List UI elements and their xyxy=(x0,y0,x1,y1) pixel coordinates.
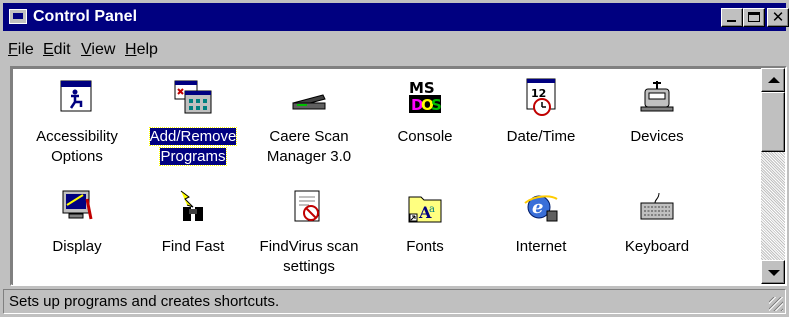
svg-text:12: 12 xyxy=(531,87,546,100)
menu-file[interactable]: File xyxy=(8,40,34,60)
scroll-up-button[interactable] xyxy=(761,68,785,92)
status-text: Sets up programs and creates shortcuts. xyxy=(9,293,280,310)
svg-text:a: a xyxy=(429,204,435,215)
internet-explorer-icon: e xyxy=(524,195,558,222)
item-label-line1: Accessibility xyxy=(36,128,118,145)
item-console[interactable]: MS D O S Console xyxy=(365,69,485,175)
svg-text:S: S xyxy=(431,96,442,114)
item-keyboard[interactable]: Keyboard xyxy=(597,179,717,285)
item-accessibility-options[interactable]: Accessibility Options xyxy=(17,69,137,175)
item-add-remove-programs[interactable]: Add/Remove Programs xyxy=(133,69,253,175)
item-label-line1: Date/Time xyxy=(506,128,576,145)
close-button[interactable]: ✕ xyxy=(767,8,789,27)
item-find-fast[interactable]: Find Fast xyxy=(133,179,253,285)
item-display[interactable]: Display xyxy=(17,179,137,285)
title-bar[interactable]: Control Panel ✕ xyxy=(3,3,789,31)
item-devices[interactable]: Devices xyxy=(597,69,717,175)
svg-text:e: e xyxy=(532,197,543,218)
close-icon: ✕ xyxy=(771,8,785,26)
menu-bar: File Edit View Help xyxy=(3,34,786,64)
vertical-scrollbar[interactable] xyxy=(761,68,785,284)
msdos-console-icon: MS D O S xyxy=(409,79,442,114)
findvirus-icon xyxy=(294,190,320,222)
item-label-line1: Display xyxy=(52,238,102,255)
fonts-folder-icon: A a xyxy=(408,196,442,223)
resize-grip-icon[interactable] xyxy=(769,297,783,311)
item-label-line1: Internet xyxy=(515,238,567,255)
minimize-button[interactable] xyxy=(721,8,743,27)
menu-edit[interactable]: Edit xyxy=(43,40,71,60)
devices-icon xyxy=(640,81,674,112)
window-title: Control Panel xyxy=(33,8,138,25)
keyboard-icon xyxy=(640,192,674,220)
item-findvirus-settings[interactable]: FindVirus scan settings xyxy=(249,179,369,285)
item-label-line2: Programs xyxy=(159,147,227,166)
scroll-thumb[interactable] xyxy=(761,92,785,152)
maximize-button[interactable] xyxy=(743,8,765,27)
item-label-line1: Console xyxy=(397,128,453,145)
calendar-clock-icon: 12 xyxy=(526,78,556,116)
svg-text:MS: MS xyxy=(409,79,435,97)
item-label-line1: Caere Scan xyxy=(269,128,349,145)
binoculars-icon xyxy=(180,190,203,221)
arrow-down-icon xyxy=(768,270,780,276)
item-label-line2: Options xyxy=(51,148,103,165)
menu-help[interactable]: Help xyxy=(125,40,158,60)
icon-view: Accessibility Options Add/Remove Programs … xyxy=(12,68,762,285)
control-panel-window: Control Panel ✕ File Edit View Help Acce… xyxy=(0,0,789,317)
scanner-icon xyxy=(292,94,326,110)
item-fonts[interactable]: A a Fonts xyxy=(365,179,485,285)
status-bar: Sets up programs and creates shortcuts. xyxy=(3,289,786,314)
display-icon xyxy=(62,190,93,220)
item-label-line1: Devices xyxy=(630,128,684,145)
add-remove-programs-icon xyxy=(174,80,212,114)
item-label-line1: Add/Remove xyxy=(148,127,238,146)
scroll-down-button[interactable] xyxy=(761,260,785,284)
item-internet[interactable]: e Internet xyxy=(481,179,601,285)
item-date-time[interactable]: 12 Date/Time xyxy=(481,69,601,175)
item-label-line2: settings xyxy=(283,258,335,275)
item-caere-scan-manager[interactable]: Caere Scan Manager 3.0 xyxy=(249,69,369,175)
arrow-up-icon xyxy=(768,77,780,83)
control-panel-icon xyxy=(9,9,27,24)
item-label-line1: Find Fast xyxy=(161,238,225,255)
item-label-line1: Keyboard xyxy=(624,238,690,255)
menu-view[interactable]: View xyxy=(81,40,115,60)
maximize-icon xyxy=(748,12,760,22)
item-label-line2: Manager 3.0 xyxy=(266,148,352,165)
accessibility-icon xyxy=(60,80,92,112)
item-label-line1: FindVirus scan xyxy=(259,238,359,255)
item-label-line1: Fonts xyxy=(406,238,444,255)
minimize-icon xyxy=(727,20,736,22)
